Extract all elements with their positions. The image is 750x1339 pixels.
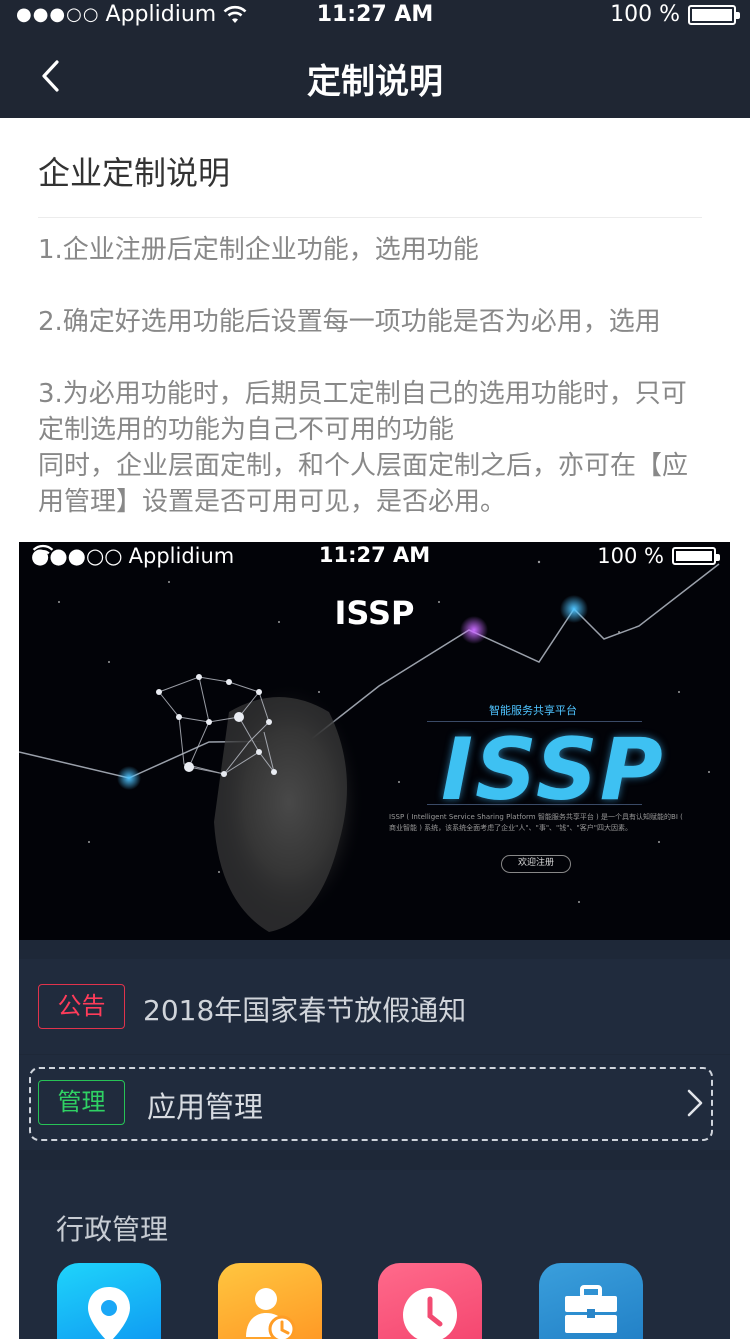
page-title: 定制说明 <box>307 62 443 102</box>
content: 企业定制说明 1.企业注册后定制企业功能，选用功能 2.确定好选用功能后设置每一… <box>0 118 750 1339</box>
battery-icon <box>688 4 740 25</box>
status-bar: ●●●○○ Applidium 11:27 AM 100 % <box>0 0 750 36</box>
highlight-dashed-box <box>29 1067 713 1141</box>
notice-tag: 公告 <box>38 984 125 1029</box>
app-clock[interactable] <box>378 1263 482 1339</box>
app-manage-row[interactable]: 管理 应用管理 <box>19 1055 730 1150</box>
user-clock-icon <box>246 1288 296 1339</box>
notice-row[interactable]: 公告 2018年国家春节放假通知 <box>19 959 730 1054</box>
clock-icon <box>403 1288 457 1339</box>
app-attendance[interactable] <box>218 1263 322 1339</box>
example-screenshot: ●●●○○ Applidium 11:27 AM 100 % ISSP 智能服务… <box>19 542 730 1339</box>
divider <box>38 217 702 218</box>
banner-subtitle: 智能服务共享平台 <box>489 704 577 717</box>
chevron-right-icon <box>687 1089 703 1117</box>
section-title: 企业定制说明 <box>38 154 231 192</box>
nav-bar: 定制说明 <box>0 36 750 118</box>
description-paragraph-1: 1.企业注册后定制企业功能，选用功能 <box>38 235 479 265</box>
embedded-battery-status: 100 % <box>597 544 720 568</box>
description-paragraph-2: 2.确定好选用功能后设置每一项功能是否为必用，选用 <box>38 307 661 337</box>
notice-text: 2018年国家春节放假通知 <box>143 994 467 1027</box>
banner-description: ISSP ( Intelligent Service Sharing Platf… <box>389 813 683 832</box>
issp-logo: ISSP <box>441 720 665 820</box>
admin-section: 行政管理 <box>19 1170 730 1339</box>
manage-text: 应用管理 <box>147 1090 264 1124</box>
battery-status: 100 % <box>610 2 740 27</box>
manage-tag: 管理 <box>38 1080 125 1125</box>
banner-title: ISSP <box>334 594 415 632</box>
app-briefcase[interactable] <box>539 1263 643 1339</box>
description-paragraph-3: 3.为必用功能时，后期员工定制自己的选用功能时，只可定制选用的功能为自己不可用的… <box>38 379 689 517</box>
register-button[interactable]: 欢迎注册 <box>501 855 571 873</box>
location-pin-icon <box>88 1287 130 1339</box>
battery-percent: 100 % <box>610 2 680 27</box>
description: 1.企业注册后定制企业功能，选用功能 2.确定好选用功能后设置每一项功能是否为必… <box>38 232 710 520</box>
top-bar: ●●●○○ Applidium 11:27 AM 100 % 定制说明 <box>0 0 750 118</box>
banner-rule-bottom <box>427 804 642 805</box>
briefcase-icon <box>565 1285 617 1333</box>
app-location[interactable] <box>57 1263 161 1339</box>
embedded-battery-percent: 100 % <box>597 544 664 568</box>
embedded-status-bar: ●●●○○ Applidium 11:27 AM 100 % <box>19 542 730 572</box>
admin-section-label: 行政管理 <box>56 1213 169 1246</box>
issp-banner: ●●●○○ Applidium 11:27 AM 100 % ISSP 智能服务… <box>19 542 730 940</box>
battery-icon <box>672 547 720 565</box>
